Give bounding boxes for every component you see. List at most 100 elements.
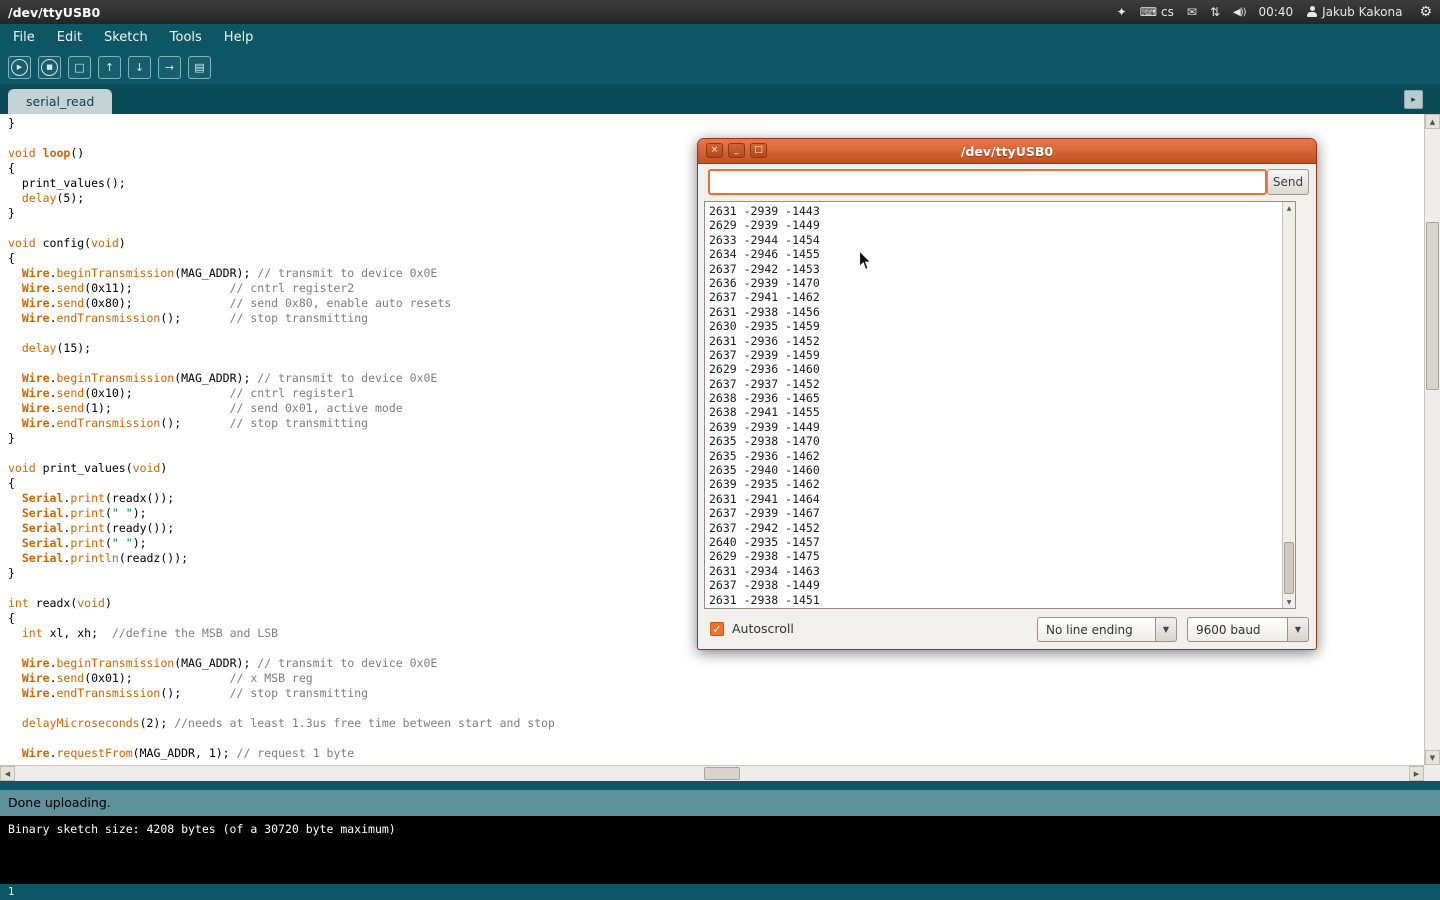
monitor-scroll-up-arrow-icon[interactable]: ▲ bbox=[1283, 202, 1295, 214]
menu-item-sketch[interactable]: Sketch bbox=[93, 26, 159, 49]
autoscroll-label: Autoscroll bbox=[732, 621, 794, 636]
menu-item-tools[interactable]: Tools bbox=[159, 26, 213, 49]
serial-monitor-titlebar[interactable]: /dev/ttyUSB0 × _ □ bbox=[698, 139, 1316, 164]
console-line: Binary sketch size: 4208 bytes (of a 307… bbox=[8, 822, 1432, 836]
serial-line: 2629 -2938 -1475 bbox=[709, 549, 1295, 563]
serial-line: 2629 -2936 -1460 bbox=[709, 362, 1295, 376]
serial-monitor-title: /dev/ttyUSB0 bbox=[698, 139, 1316, 163]
editor-vertical-scrollbar[interactable]: ▲ ▼ bbox=[1424, 114, 1440, 765]
tab-serial-read[interactable]: serial_read bbox=[8, 89, 112, 114]
menu-item-file[interactable]: File bbox=[2, 26, 46, 49]
serial-line: 2631 -2941 -1464 bbox=[709, 492, 1295, 506]
new-sketch-button[interactable]: □ bbox=[68, 56, 91, 79]
scroll-down-arrow-icon[interactable]: ▼ bbox=[1425, 750, 1440, 765]
serial-monitor-icon: ▤ bbox=[194, 62, 204, 73]
stop-icon: ■ bbox=[41, 59, 58, 76]
save-sketch-button[interactable]: ↓ bbox=[128, 56, 151, 79]
monitor-scroll-down-arrow-icon[interactable]: ▼ bbox=[1283, 596, 1295, 608]
serial-line: 2637 -2942 -1453 bbox=[709, 262, 1295, 276]
menu-item-help[interactable]: Help bbox=[213, 26, 265, 49]
editor-hscroll-thumb[interactable] bbox=[704, 767, 740, 780]
serial-line: 2637 -2942 -1452 bbox=[709, 521, 1295, 535]
chevron-down-icon[interactable]: ▼ bbox=[1287, 617, 1309, 642]
serial-line: 2635 -2938 -1470 bbox=[709, 434, 1295, 448]
panel-window-title: /dev/ttyUSB0 bbox=[8, 5, 100, 20]
baud-rate-dropdown[interactable]: 9600 baud ▼ bbox=[1187, 617, 1309, 642]
code-line: Wire.requestFrom(MAG_ADDR, 1); // reques… bbox=[8, 746, 1424, 761]
serial-line: 2630 -2935 -1459 bbox=[709, 319, 1295, 333]
scroll-right-arrow-icon[interactable]: ▶ bbox=[1409, 766, 1424, 781]
code-line: Wire.send(0x01); // x MSB reg bbox=[8, 671, 1424, 686]
keyboard-layout-label: cs bbox=[1161, 5, 1174, 19]
scrollbar-corner bbox=[1424, 765, 1440, 781]
volume-icon[interactable]: ◀)) bbox=[1233, 7, 1246, 18]
editor-horizontal-scrollbar[interactable]: ◀ ▶ bbox=[0, 765, 1424, 781]
verify-button[interactable]: ▶ bbox=[8, 56, 31, 79]
upload-icon: → bbox=[165, 62, 174, 73]
close-button[interactable]: × bbox=[706, 143, 723, 158]
editor-vscroll-thumb[interactable] bbox=[1426, 222, 1439, 390]
mail-icon[interactable]: ✉ bbox=[1187, 5, 1197, 19]
code-line: Wire.endTransmission(); // stop transmit… bbox=[8, 686, 1424, 701]
serial-monitor-window: /dev/ttyUSB0 × _ □ Send 2631 -2939 -1443… bbox=[697, 138, 1317, 650]
monitor-scrollbar[interactable]: ▲ ▼ bbox=[1282, 202, 1295, 608]
maximize-button[interactable]: □ bbox=[750, 143, 767, 158]
code-line bbox=[8, 731, 1424, 746]
window-controls: × _ □ bbox=[706, 143, 767, 158]
clock[interactable]: 00:40 bbox=[1259, 5, 1294, 19]
editor-footer: 1 bbox=[0, 884, 1440, 900]
serial-line: 2631 -2938 -1456 bbox=[709, 305, 1295, 319]
system-tray: ✦ ⌨ cs ✉ ⇅ ◀)) 00:40 Jakub Kakona ⚙ bbox=[1117, 4, 1432, 20]
serial-line: 2638 -2941 -1455 bbox=[709, 405, 1295, 419]
serial-line: 2638 -2936 -1465 bbox=[709, 391, 1295, 405]
serial-send-input[interactable] bbox=[708, 169, 1267, 195]
scroll-up-arrow-icon[interactable]: ▲ bbox=[1425, 114, 1440, 129]
code-line: delayMicroseconds(2); //needs at least 1… bbox=[8, 716, 1424, 731]
stop-button[interactable]: ■ bbox=[38, 56, 61, 79]
indicator-applet-icon[interactable]: ✦ bbox=[1117, 5, 1127, 19]
line-ending-value: No line ending bbox=[1037, 617, 1155, 642]
upload-button[interactable]: → bbox=[158, 56, 181, 79]
code-line: Wire.beginTransmission(MAG_ADDR); // tra… bbox=[8, 656, 1424, 671]
scroll-left-arrow-icon[interactable]: ◀ bbox=[0, 766, 15, 781]
serial-line: 2631 -2934 -1463 bbox=[709, 564, 1295, 578]
monitor-scroll-thumb[interactable] bbox=[1284, 542, 1294, 594]
baud-rate-value: 9600 baud bbox=[1187, 617, 1287, 642]
menu-item-edit[interactable]: Edit bbox=[46, 26, 93, 49]
keyboard-icon: ⌨ bbox=[1140, 5, 1157, 19]
line-number-indicator: 1 bbox=[8, 886, 14, 898]
top-panel: /dev/ttyUSB0 ✦ ⌨ cs ✉ ⇅ ◀)) 00:40 Jakub … bbox=[0, 0, 1440, 24]
serial-line: 2631 -2939 -1443 bbox=[709, 204, 1295, 218]
screen: /dev/ttyUSB0 ✦ ⌨ cs ✉ ⇅ ◀)) 00:40 Jakub … bbox=[0, 0, 1440, 900]
session-menu-icon[interactable]: ⚙ bbox=[1419, 4, 1432, 20]
serial-line: 2636 -2939 -1470 bbox=[709, 276, 1295, 290]
serial-line: 2640 -2935 -1457 bbox=[709, 535, 1295, 549]
tab-bar: serial_read ▸ bbox=[0, 84, 1440, 114]
status-message: Done uploading. bbox=[8, 795, 111, 810]
tab-menu-button[interactable]: ▸ bbox=[1404, 90, 1423, 109]
serial-line: 2635 -2936 -1462 bbox=[709, 449, 1295, 463]
minimize-button[interactable]: _ bbox=[728, 143, 745, 158]
autoscroll-checkbox[interactable]: ✓ bbox=[710, 622, 724, 636]
serial-output-area[interactable]: 2631 -2939 -14432629 -2939 -14492633 -29… bbox=[704, 201, 1296, 609]
open-sketch-button[interactable]: ↑ bbox=[98, 56, 121, 79]
serial-line: 2637 -2939 -1467 bbox=[709, 506, 1295, 520]
serial-line: 2631 -2938 -1451 bbox=[709, 593, 1295, 607]
serial-line: 2634 -2946 -1455 bbox=[709, 247, 1295, 261]
menu-bar: FileEditSketchToolsHelp bbox=[0, 24, 1440, 51]
serial-monitor-button[interactable]: ▤ bbox=[188, 56, 211, 79]
toolbar: ▶ ■ □ ↑ ↓ → ▤ bbox=[0, 51, 1440, 84]
status-bar: Done uploading. bbox=[0, 790, 1440, 816]
new-sketch-icon: □ bbox=[74, 62, 84, 73]
serial-line: 2637 -2939 -1459 bbox=[709, 348, 1295, 362]
serial-line: 2639 -2935 -1462 bbox=[709, 477, 1295, 491]
send-button[interactable]: Send bbox=[1267, 169, 1309, 195]
network-icon[interactable]: ⇅ bbox=[1210, 5, 1220, 19]
user-icon bbox=[1306, 6, 1318, 18]
serial-line: 2633 -2944 -1454 bbox=[709, 233, 1295, 247]
chevron-down-icon[interactable]: ▼ bbox=[1155, 617, 1177, 642]
keyboard-layout-indicator[interactable]: ⌨ cs bbox=[1140, 5, 1174, 19]
user-menu[interactable]: Jakub Kakona bbox=[1306, 5, 1402, 19]
serial-line: 2631 -2936 -1452 bbox=[709, 334, 1295, 348]
line-ending-dropdown[interactable]: No line ending ▼ bbox=[1037, 617, 1177, 642]
